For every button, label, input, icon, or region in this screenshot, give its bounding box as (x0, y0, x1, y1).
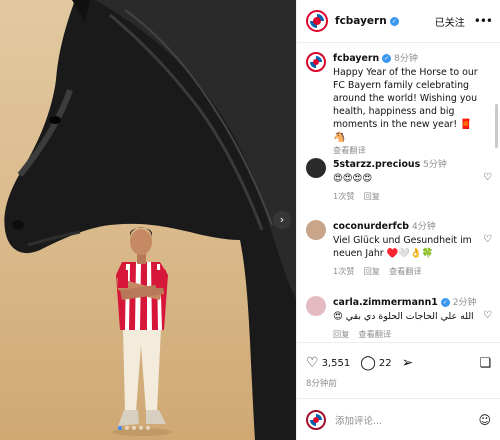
reply-button[interactable]: 回复 (333, 329, 349, 339)
comment-username[interactable]: 5starzz.precious (333, 159, 420, 170)
comments-scroll-area[interactable]: fcbayern ✓ 8分钟 Happy Year of the Horse to … (297, 44, 500, 342)
comment-time: 4分钟 (412, 222, 436, 232)
post-detail-panel: fcbayern ✓ 已关注 ••• fcbayern ✓ 8分钟 Happy Ye… (296, 0, 500, 440)
comment-like-heart-icon[interactable]: ♡ (483, 310, 492, 321)
carousel-dot (118, 426, 122, 430)
carousel-next-button[interactable]: › (273, 211, 291, 229)
caption-text: Happy Year of the Horse to our FC Bayern… (333, 67, 478, 130)
see-translation-link[interactable]: 查看翻译 (358, 329, 391, 339)
comment-item: coconurderfcb 4分钟 Viel Glück und Gesundhe… (306, 220, 492, 278)
carousel-dot (125, 426, 129, 430)
like-heart-icon[interactable]: ♡ (306, 355, 319, 371)
smiley-icon[interactable]: ☺ (478, 413, 491, 427)
add-comment-bar: 添加评论... ☺ (297, 398, 500, 440)
carousel-dot (146, 426, 150, 430)
comment-username[interactable]: carla.zimmermann1 (333, 297, 438, 308)
comment-text: 😍😍😍😍 (333, 173, 373, 184)
verified-badge-icon: ✓ (389, 16, 399, 26)
comment-time: 2分钟 (452, 298, 477, 308)
comment-like-heart-icon[interactable]: ♡ (483, 172, 492, 183)
comment-like-heart-icon[interactable]: ♡ (483, 234, 492, 245)
share-send-icon[interactable]: ➢ (402, 355, 414, 371)
comment-likes[interactable]: 1次赞 (333, 191, 355, 201)
comment-text: Viel Glück und Gesundheit im neuen Jahr … (333, 235, 472, 259)
caption: fcbayern ✓ 8分钟 Happy Year of the Horse to … (306, 52, 492, 157)
more-horizontal-icon[interactable]: ••• (474, 14, 493, 28)
comment-text: 😍 الله علي الحاجات الحلوة دي بقي (333, 311, 474, 322)
like-count[interactable]: 3,551 (322, 358, 351, 369)
scrollbar[interactable] (495, 104, 498, 148)
following-button[interactable]: 已关注 (435, 14, 465, 29)
verified-badge-icon: ✓ (440, 298, 450, 307)
comment-item: carla.zimmermann1 ✓ 2分钟 😍 الله علي الحاجات… (306, 296, 492, 341)
commenter-avatar[interactable] (306, 158, 326, 178)
post-timestamp: 8分钟前 (306, 379, 337, 389)
see-translation-link[interactable]: 查看翻译 (333, 144, 486, 157)
horse-and-player-illustration (4, 0, 296, 440)
post-image[interactable]: › (0, 0, 296, 440)
add-comment-input[interactable]: 添加评论... (335, 413, 478, 427)
post-author-username[interactable]: fcbayern (335, 15, 387, 27)
comment-item: 5starzz.precious 5分钟 😍😍😍😍 1次赞 回复 ♡ (306, 158, 492, 203)
verified-badge-icon: ✓ (382, 54, 392, 63)
fcbayern-avatar[interactable] (306, 10, 328, 32)
reply-button[interactable]: 回复 (364, 266, 380, 276)
current-user-avatar (306, 409, 326, 430)
bookmark-icon[interactable]: ❏ (479, 356, 491, 371)
commenter-avatar[interactable] (306, 220, 326, 240)
carousel-dot (132, 426, 136, 430)
post-header: fcbayern ✓ 已关注 ••• (297, 0, 500, 43)
carousel-dots (118, 426, 150, 430)
comment-bubble-icon[interactable]: ◯ (360, 355, 376, 371)
post-actions: ♡ 3,551 ◯ 22 ➢ ❏ 8分钟前 (297, 342, 500, 398)
comment-likes[interactable]: 1次赞 (333, 266, 355, 276)
caption-time: 8分钟 (394, 54, 418, 64)
caption-emoji: 🐴 (333, 132, 346, 143)
fcbayern-avatar[interactable] (306, 52, 326, 72)
commenter-avatar[interactable] (306, 296, 326, 316)
reply-button[interactable]: 回复 (364, 191, 380, 201)
comment-time: 5分钟 (423, 160, 447, 170)
comment-username[interactable]: coconurderfcb (333, 221, 409, 232)
comment-count[interactable]: 22 (379, 358, 392, 369)
carousel-dot (139, 426, 143, 430)
caption-username[interactable]: fcbayern (333, 53, 379, 64)
see-translation-link[interactable]: 查看翻译 (389, 266, 422, 276)
